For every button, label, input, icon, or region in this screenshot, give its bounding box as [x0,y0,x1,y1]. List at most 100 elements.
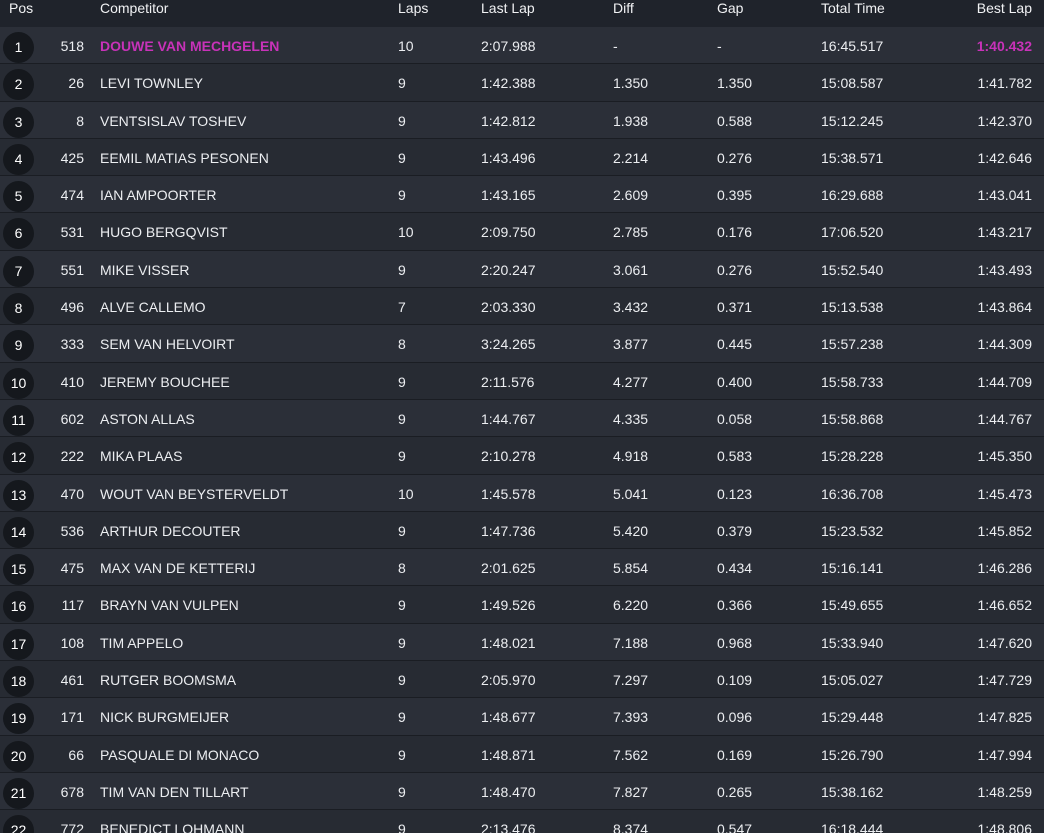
gap-value: 0.058 [717,410,753,427]
col-header-pos[interactable]: Pos [9,0,33,17]
best-lap-value: 1:41.782 [977,75,1033,92]
last-lap-value: 2:20.247 [481,261,536,278]
best-lap-value: 1:47.729 [977,672,1033,689]
diff-value: 7.562 [613,746,649,763]
table-row[interactable]: 15 475 MAX VAN DE KETTERIJ 8 2:01.625 5.854 0.… [0,549,1044,587]
laps-value: 7 [398,299,406,316]
position-badge: 3 [3,106,34,138]
best-lap-value: 1:44.309 [977,336,1033,353]
table-row[interactable]: 8 496 ALVE CALLEMO 7 2:03.330 3.432 0.371 15:13… [0,288,1044,326]
table-row[interactable]: 19 171 NICK BURGMEIJER 9 1:48.677 7.393 0.096 1… [0,698,1044,736]
col-header-best-lap[interactable]: Best Lap [977,0,1032,17]
table-row[interactable]: 3 8 VENTSISLAV TOSHEV 9 1:42.812 1.938 0.588 15… [0,101,1044,139]
col-header-gap[interactable]: Gap [717,0,743,17]
last-lap-value: 1:45.578 [481,485,536,502]
col-header-laps[interactable]: Laps [398,0,428,17]
gap-value: - [717,38,722,54]
diff-value: 5.854 [613,560,649,577]
laps-value: 9 [398,149,406,166]
table-row[interactable]: 10 410 JEREMY BOUCHEE 9 2:11.576 4.277 0.400 15… [0,362,1044,400]
col-header-last-lap[interactable]: Last Lap [481,0,535,17]
best-lap-value: 1:43.864 [977,299,1033,316]
diff-value: 3.061 [613,261,649,278]
results-rows: 1 518 DOUWE VAN MECHGELEN 10 2:07.988- -16:45… [0,27,1044,833]
table-row[interactable]: 4 425 EEMIL MATIAS PESONEN 9 1:43.496 2.214 0.… [0,138,1044,177]
best-lap-value: 1:43.217 [977,224,1033,241]
laps-value: 9 [398,672,406,689]
total-time-value: 16:36.708 [821,485,884,502]
total-time-value: 15:49.655 [821,597,884,614]
position-badge: 6 [3,218,34,250]
best-lap-value: 1:47.825 [977,709,1033,726]
table-row[interactable]: 2 26 LEVI TOWNLEY 9 1:42.388 1.350 1.350 15:08.… [0,64,1044,102]
competitor-number: 475 [60,560,84,577]
total-time-value: 16:29.688 [821,187,884,204]
total-time-value: 15:57.238 [821,336,884,353]
diff-value: 8.374 [613,821,649,833]
total-time-value: 16:45.517 [821,38,884,54]
best-lap-value: 1:43.041 [977,187,1033,204]
position-badge: 11 [3,404,34,436]
table-row[interactable]: 11 602 ASTON ALLAS 9 1:44.767 4.335 0.058 15:58… [0,399,1044,438]
table-row[interactable]: 5 474 IAN AMPOORTER 9 1:43.165 2.609 0.395 16:2… [0,176,1044,214]
laps-value: 9 [398,634,406,651]
table-row[interactable]: 18 461 RUTGER BOOMSMA 9 2:05.970 7.297 0.109 15… [0,661,1044,699]
position-badge: 4 [3,143,34,175]
competitor-number: 117 [61,597,84,614]
table-row[interactable]: 16 117 BRAYN VAN VULPEN 9 1:49.526 6.220 0.366… [0,586,1044,624]
last-lap-value: 2:01.625 [481,560,536,577]
diff-value: 4.335 [613,410,649,427]
best-lap-value: 1:48.259 [977,783,1033,800]
best-lap-value: 1:47.994 [977,746,1033,763]
table-row[interactable]: 1 518 DOUWE VAN MECHGELEN 10 2:07.988 - - 16:45… [0,27,1044,65]
competitor-name: IAN AMPOORTER [100,187,217,204]
diff-value: 4.277 [613,373,649,390]
competitor-number: 461 [60,672,84,689]
competitor-name: BENEDICT LOHMANN [100,821,245,833]
gap-value: 0.968 [717,634,753,651]
col-header-diff[interactable]: Diff [613,0,634,17]
table-row[interactable]: 7 551 MIKE VISSER 9 2:20.247 3.061 0.276 15:52.… [0,250,1044,289]
diff-value: 4.918 [613,448,649,465]
best-lap-value: 1:47.620 [977,634,1033,651]
table-row[interactable]: 22 772 BENEDICT LOHMANN 9 2:13.476 8.374 0.547… [0,810,1044,833]
table-row[interactable]: 14 536 ARTHUR DECOUTER 9 1:47.736 5.420 0.379 1… [0,511,1044,550]
position-badge: 8 [3,293,34,325]
position-badge: 2 [3,69,34,101]
table-row[interactable]: 17 108 TIM APPELO 9 1:48.021 7.188 0.968 15:33.… [0,623,1044,662]
table-row[interactable]: 9 333 SEM VAN HELVOIRT 8 3:24.265 3.877 0.445 1… [0,325,1044,363]
position-badge: 20 [3,740,34,772]
table-row[interactable]: 12 222 MIKA PLAAS 9 2:10.278 4.918 0.583 15:28.… [0,437,1044,475]
competitor-number: 425 [60,149,84,166]
gap-value: 0.434 [717,560,753,577]
diff-value: 6.220 [613,597,649,614]
competitor-name: LEVI TOWNLEY [100,75,203,92]
last-lap-value: 1:43.496 [481,149,536,166]
table-row[interactable]: 6 531 HUGO BERGQVIST 10 2:09.750 2.785 0.176 17… [0,213,1044,251]
gap-value: 0.265 [717,783,753,800]
competitor-name: PASQUALE DI MONACO [100,746,260,763]
col-header-competitor[interactable]: Competitor [100,0,168,17]
col-header-total-time[interactable]: Total Time [821,0,885,17]
table-row[interactable]: 21 678 TIM VAN DEN TILLART 9 1:48.470 7.827 0.… [0,772,1044,811]
total-time-value: 15:38.162 [821,783,884,800]
competitor-name: TIM APPELO [100,634,184,651]
best-lap-value: 1:42.646 [977,149,1033,166]
last-lap-value: 2:03.330 [481,299,536,316]
laps-value: 9 [398,746,406,763]
gap-value: 0.445 [717,336,753,353]
last-lap-value: 1:48.021 [481,634,536,651]
competitor-number: 531 [60,224,84,241]
competitor-number: 222 [60,448,84,465]
table-row[interactable]: 20 66 PASQUALE DI MONACO 9 1:48.871 7.562 0.16… [0,735,1044,773]
best-lap-value: 1:40.432 [976,38,1032,54]
position-badge: 9 [3,330,34,362]
total-time-value: 15:26.790 [821,746,884,763]
table-row[interactable]: 13 470 WOUT VAN BEYSTERVELDT 10 1:45.578 5.04… [0,474,1044,512]
best-lap-value: 1:45.852 [977,522,1033,539]
total-time-value: 15:38.571 [821,149,884,166]
competitor-name: MIKA PLAAS [100,448,183,465]
total-time-value: 15:13.538 [821,299,884,316]
last-lap-value: 2:09.750 [481,224,536,241]
total-time-value: 15:08.587 [821,75,884,92]
